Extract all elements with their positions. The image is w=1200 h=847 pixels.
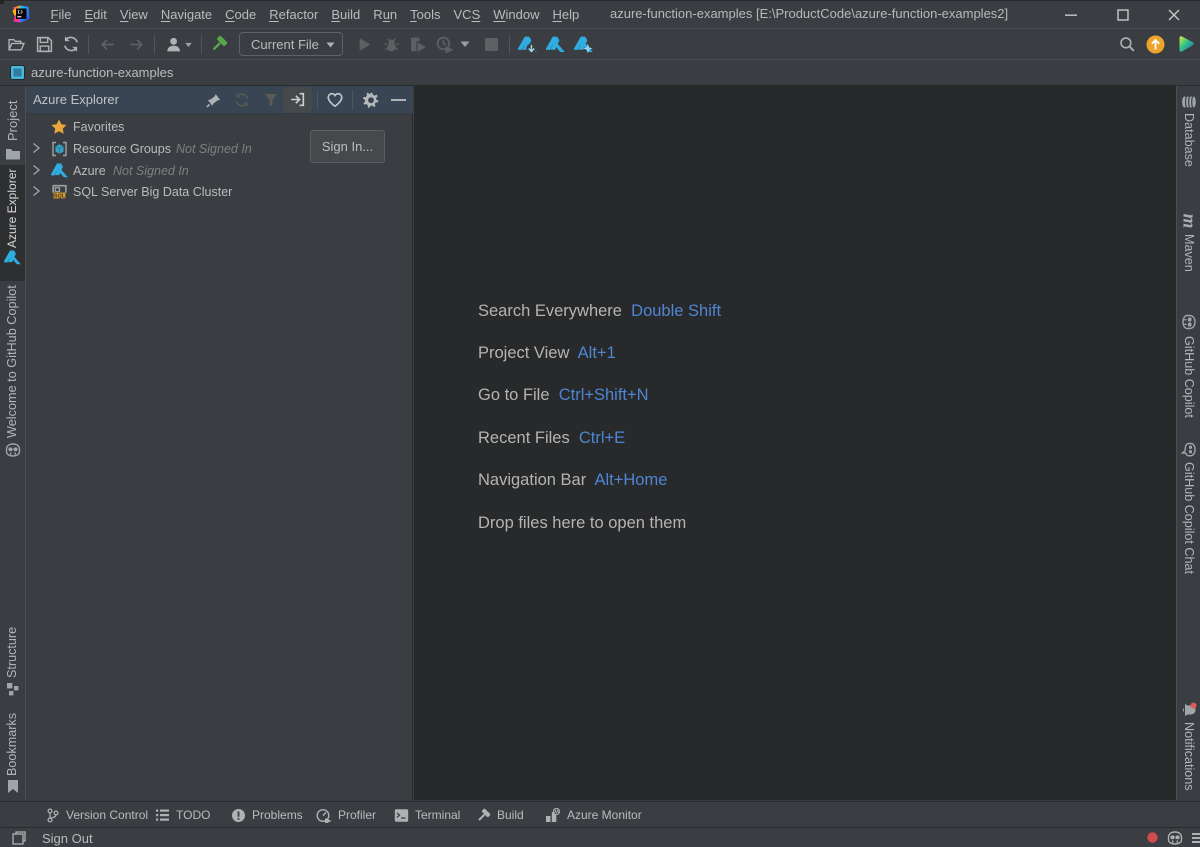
svg-text:M: M — [554, 809, 559, 815]
svg-text:IJ: IJ — [17, 9, 23, 15]
svg-text:SQL: SQL — [54, 193, 66, 199]
svg-text:m: m — [1180, 214, 1198, 229]
